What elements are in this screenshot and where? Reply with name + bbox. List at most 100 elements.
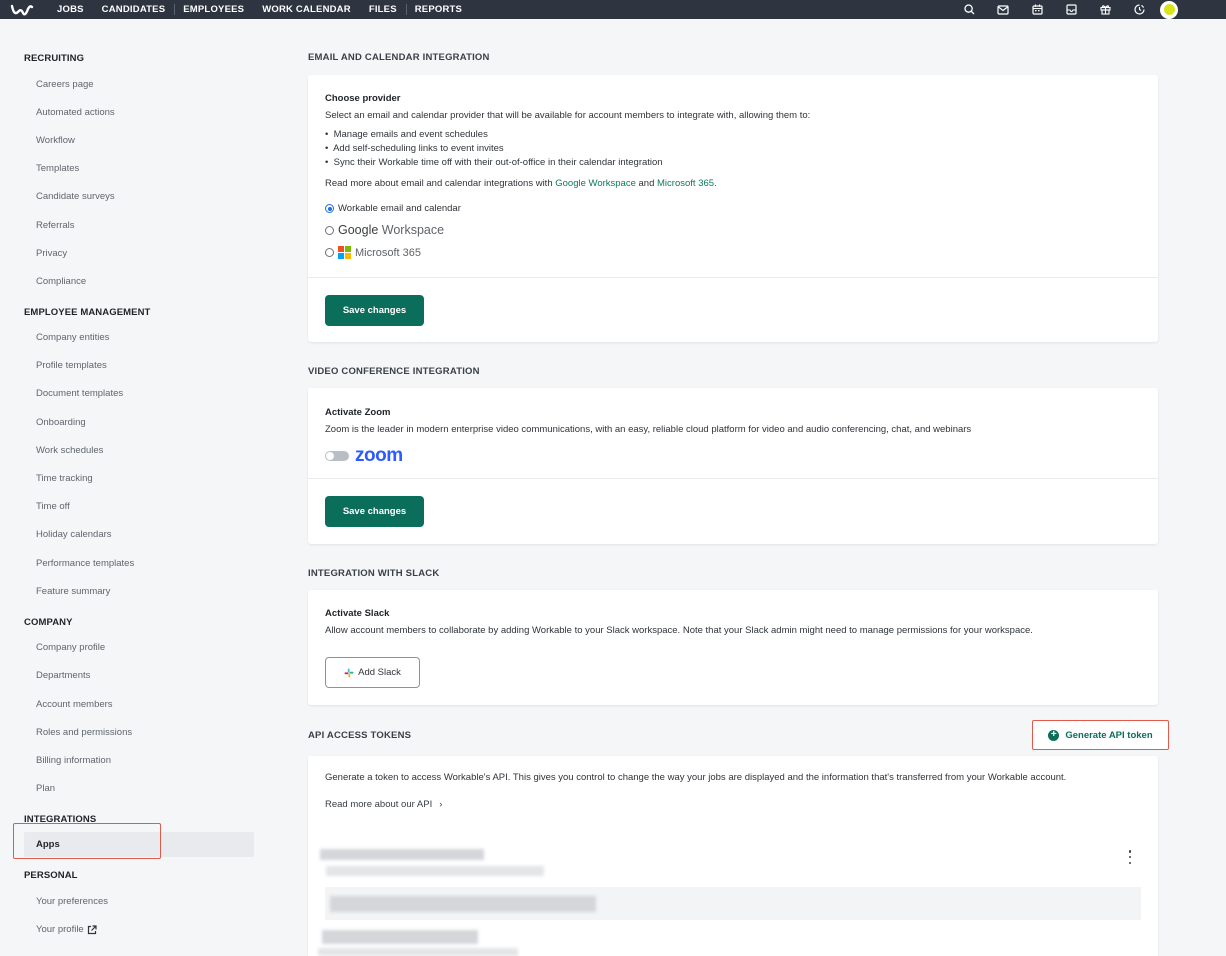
read-more-and: and [635, 178, 658, 189]
provider-option-microsoft[interactable]: Microsoft 365 [325, 246, 421, 259]
nav-employees[interactable]: EMPLOYEES [174, 0, 253, 19]
slack-description: Allow account members to collaborate by … [325, 625, 1033, 636]
ms-square-yellow [345, 253, 351, 259]
sidebar-item-onboarding[interactable]: Onboarding [36, 417, 86, 428]
chevron-right-icon: › [439, 799, 443, 810]
ms-square-blue [338, 253, 344, 259]
sidebar-item-compliance[interactable]: Compliance [36, 276, 86, 287]
microsoft-365-link[interactable]: Microsoft 365 [657, 178, 714, 189]
ms-square-green [345, 246, 351, 252]
bullet-1: • Manage emails and event schedules [325, 129, 488, 140]
sidebar-item-company-profile[interactable]: Company profile [36, 642, 105, 653]
redacted-token-name [320, 849, 484, 860]
sidebar-section-personal: PERSONAL [24, 870, 78, 881]
provider-option-google[interactable]: Google Workspace [325, 223, 444, 237]
api-tokens-section-title: API ACCESS TOKENS [308, 730, 412, 741]
sidebar-item-careers-page[interactable]: Careers page [36, 79, 94, 90]
mail-icon[interactable] [986, 0, 1020, 19]
add-slack-button-label: Add Slack [358, 667, 401, 678]
sidebar-item-holiday-calendars[interactable]: Holiday calendars [36, 529, 112, 540]
top-navigation-bar: JOBS CANDIDATES EMPLOYEES WORK CALENDAR … [0, 0, 1226, 19]
top-icon-group [952, 0, 1178, 19]
sidebar-item-billing-information[interactable]: Billing information [36, 755, 111, 766]
workspace-wordmark: Workspace [378, 223, 445, 237]
sidebar-item-plan[interactable]: Plan [36, 783, 55, 794]
bullet-2-text: Add self-scheduling links to event invit… [333, 143, 504, 154]
nav-jobs[interactable]: JOBS [48, 0, 93, 19]
avatar[interactable] [1160, 0, 1178, 19]
sidebar-section-company: COMPANY [24, 617, 73, 628]
sidebar-item-profile-templates[interactable]: Profile templates [36, 360, 107, 371]
slack-icon [344, 668, 354, 677]
google-workspace-link[interactable]: Google Workspace [555, 178, 636, 189]
token-more-options-icon[interactable] [1128, 850, 1132, 864]
sidebar-item-account-members[interactable]: Account members [36, 699, 113, 710]
read-more-suffix: . [714, 178, 717, 189]
gift-icon[interactable] [1088, 0, 1122, 19]
radio-microsoft[interactable] [325, 248, 334, 257]
microsoft-logo-icon [338, 246, 351, 259]
google-workspace-logo: Google Workspace [338, 223, 444, 237]
sidebar-apps-highlight [13, 823, 161, 859]
api-description: Generate a token to access Workable's AP… [325, 772, 1067, 783]
email-calendar-card: Choose provider Select an email and cale… [308, 75, 1158, 342]
inbox-icon[interactable] [1054, 0, 1088, 19]
read-more-prefix: Read more about email and calendar integ… [325, 178, 556, 189]
read-more-api-label: Read more about our API [325, 799, 433, 810]
activate-slack-heading: Activate Slack [325, 608, 390, 619]
provider-option-workable-label: Workable email and calendar [338, 203, 461, 214]
provider-option-workable[interactable]: Workable email and calendar [325, 203, 461, 214]
zoom-logo: zoom [355, 445, 403, 466]
search-icon[interactable] [952, 0, 986, 19]
sidebar-item-document-templates[interactable]: Document templates [36, 388, 123, 399]
calendar-icon[interactable] [1020, 0, 1054, 19]
zoom-toggle[interactable] [325, 450, 349, 461]
zoom-toggle-row: zoom [325, 446, 403, 465]
timer-icon[interactable] [1122, 0, 1156, 19]
slack-card: Activate Slack Allow account members to … [308, 590, 1158, 705]
read-more-integrations: Read more about email and calendar integ… [325, 178, 717, 189]
nav-work-calendar[interactable]: WORK CALENDAR [253, 0, 360, 19]
sidebar-item-feature-summary[interactable]: Feature summary [36, 586, 110, 597]
sidebar-item-departments[interactable]: Departments [36, 670, 90, 681]
sidebar-item-work-schedules[interactable]: Work schedules [36, 445, 103, 456]
sidebar-item-time-off[interactable]: Time off [36, 501, 70, 512]
bullet-3-text: Sync their Workable time off with their … [333, 157, 663, 168]
sidebar-item-privacy[interactable]: Privacy [36, 248, 67, 259]
choose-provider-description: Select an email and calendar provider th… [325, 110, 811, 121]
read-more-api-link[interactable]: Read more about our API › [325, 799, 442, 810]
sidebar-item-your-profile-label: Your profile [36, 924, 84, 935]
sidebar-item-templates[interactable]: Templates [36, 163, 79, 174]
redacted-token-extra [322, 930, 478, 944]
save-changes-button[interactable]: Save changes [325, 496, 424, 527]
sidebar-item-performance-templates[interactable]: Performance templates [36, 558, 134, 569]
sidebar-section-employee-management: EMPLOYEE MANAGEMENT [24, 307, 151, 318]
avatar-image [1163, 4, 1175, 15]
choose-provider-heading: Choose provider [325, 93, 401, 104]
sidebar-item-company-entities[interactable]: Company entities [36, 332, 109, 343]
sidebar-item-your-preferences[interactable]: Your preferences [36, 896, 108, 907]
add-slack-button[interactable]: Add Slack [325, 657, 420, 688]
nav-files[interactable]: FILES [360, 0, 406, 19]
slack-section-title: INTEGRATION WITH SLACK [308, 568, 440, 579]
bullet-1-text: Manage emails and event schedules [333, 129, 488, 140]
sidebar-item-your-profile[interactable]: Your profile [36, 924, 97, 935]
sidebar-item-referrals[interactable]: Referrals [36, 220, 75, 231]
radio-workable[interactable] [325, 204, 334, 213]
workable-logo[interactable] [0, 0, 48, 19]
generate-api-token-highlight [1032, 720, 1169, 750]
nav-reports[interactable]: REPORTS [405, 0, 471, 19]
redacted-token-meta [326, 866, 544, 876]
sidebar-item-candidate-surveys[interactable]: Candidate surveys [36, 191, 115, 202]
sidebar-item-workflow[interactable]: Workflow [36, 135, 75, 146]
nav-candidates[interactable]: CANDIDATES [93, 0, 175, 19]
save-changes-button[interactable]: Save changes [325, 295, 424, 326]
sidebar-item-automated-actions[interactable]: Automated actions [36, 107, 115, 118]
ms-square-red [338, 246, 344, 252]
activate-zoom-heading: Activate Zoom [325, 407, 391, 418]
video-conference-card: Activate Zoom Zoom is the leader in mode… [308, 388, 1158, 544]
sidebar-item-time-tracking[interactable]: Time tracking [36, 473, 93, 484]
radio-google[interactable] [325, 225, 334, 235]
card-divider [308, 277, 1158, 278]
sidebar-item-roles-and-permissions[interactable]: Roles and permissions [36, 727, 132, 738]
